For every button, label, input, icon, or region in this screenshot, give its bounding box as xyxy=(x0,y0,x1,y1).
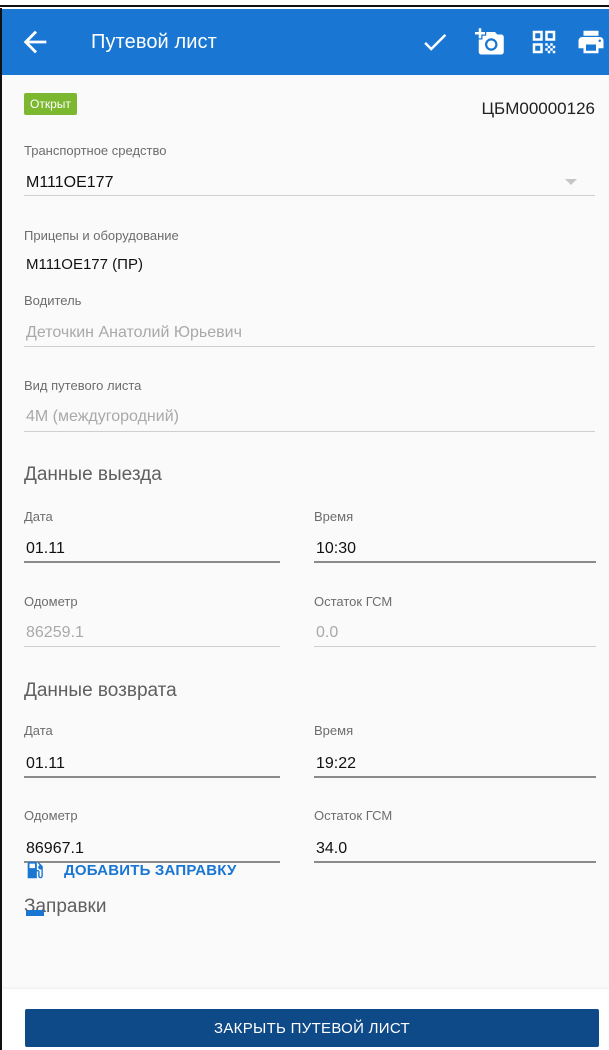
departure-time-input[interactable]: 10:30 xyxy=(316,540,356,558)
waybill-type-underline xyxy=(24,431,595,432)
waybill-type-field: 4М (междугородний) xyxy=(26,408,179,425)
departure-fuel-field: 0.0 xyxy=(316,624,339,641)
print-icon[interactable] xyxy=(576,27,606,57)
departure-fuel-underline xyxy=(314,646,596,647)
driver-label: Водитель xyxy=(24,293,82,308)
vehicle-select[interactable]: М111ОЕ177 xyxy=(26,174,113,192)
waybill-type-label: Вид путевого листа xyxy=(24,378,142,393)
close-waybill-button[interactable]: ЗАКРЫТЬ ПУТЕВОЙ ЛИСТ xyxy=(25,1009,599,1047)
departure-time-label: Время xyxy=(314,509,354,524)
add-photo-icon[interactable] xyxy=(475,27,505,57)
departure-odometer-field: 86259.1 xyxy=(26,624,84,641)
driver-underline xyxy=(24,346,595,347)
window-top-border xyxy=(0,0,609,8)
departure-date-input[interactable]: 01.11 xyxy=(26,540,65,558)
return-date-input[interactable]: 01.11 xyxy=(26,755,65,773)
trailers-label: Прицепы и оборудование xyxy=(24,228,179,243)
waybill-number: ЦБМ00000126 xyxy=(481,99,595,118)
vehicle-underline xyxy=(24,195,595,196)
return-time-input[interactable]: 19:22 xyxy=(316,755,356,773)
return-odometer-label: Одометр xyxy=(24,808,78,823)
return-fuel-underline xyxy=(314,861,596,863)
vehicle-label: Транспортное средство xyxy=(24,143,167,158)
departure-date-label: Дата xyxy=(24,509,53,524)
app-bar: Путевой лист xyxy=(2,9,609,75)
return-date-label: Дата xyxy=(24,723,53,738)
departure-odometer-label: Одометр xyxy=(24,594,78,609)
return-time-label: Время xyxy=(314,723,354,738)
return-date-underline xyxy=(24,776,280,778)
back-arrow-icon[interactable] xyxy=(18,25,52,59)
departure-odometer-underline xyxy=(24,646,280,647)
checkmark-icon[interactable] xyxy=(420,27,450,57)
qr-code-icon[interactable] xyxy=(529,27,559,57)
add-refuel-button[interactable]: ДОБАВИТЬ ЗАПРАВКУ xyxy=(24,855,237,885)
bottom-action-bar: ЗАКРЫТЬ ПУТЕВОЙ ЛИСТ xyxy=(2,989,609,1050)
departure-time-underline xyxy=(314,561,596,563)
chevron-down-icon[interactable] xyxy=(565,179,577,185)
waybill-form[interactable]: Открыт ЦБМ00000126 Транспортное средство… xyxy=(2,75,609,989)
status-badge: Открыт xyxy=(24,93,77,115)
return-fuel-label: Остаток ГСМ xyxy=(314,808,393,823)
departure-section-title: Данные выезда xyxy=(24,464,162,485)
departure-fuel-label: Остаток ГСМ xyxy=(314,594,393,609)
return-time-underline xyxy=(314,776,596,778)
driver-field: Деточкин Анатолий Юрьевич xyxy=(26,324,242,341)
return-fuel-input[interactable]: 34.0 xyxy=(316,840,347,858)
return-section-title: Данные возврата xyxy=(24,680,177,701)
page-title: Путевой лист xyxy=(91,31,217,53)
departure-date-underline xyxy=(24,561,280,563)
trailers-value[interactable]: М111ОЕ177 (ПР) xyxy=(26,256,143,273)
add-refuel-label: ДОБАВИТЬ ЗАПРАВКУ xyxy=(64,861,237,879)
fuel-pump-icon xyxy=(27,861,43,879)
next-item-icon xyxy=(26,910,44,916)
